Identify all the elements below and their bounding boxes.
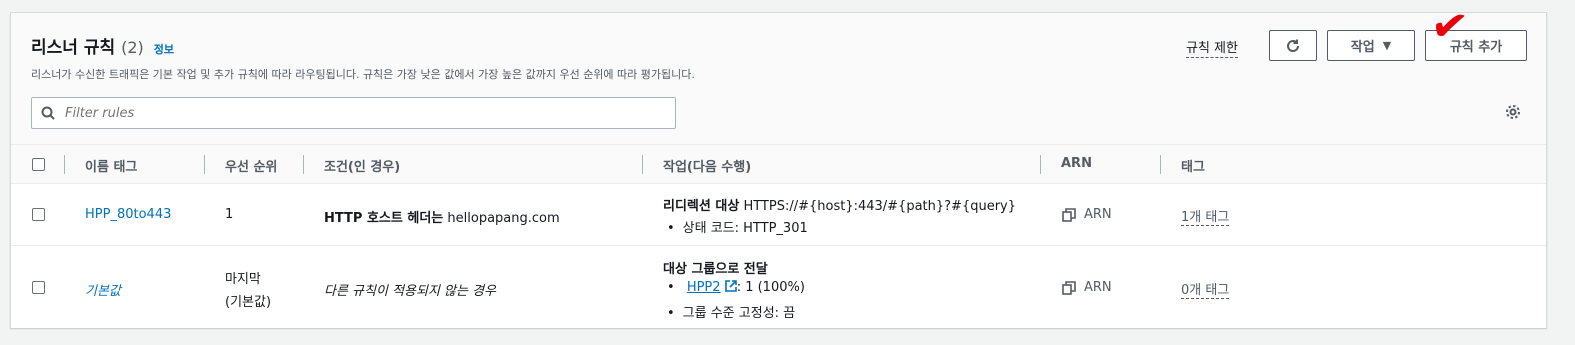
- column-divider: [1040, 155, 1041, 174]
- title-row: 리스너 규칙 (2) 정보: [31, 33, 174, 58]
- copy-icon: [1062, 280, 1076, 295]
- rule-count: (2): [121, 38, 144, 57]
- rule-condition: HTTP 호스트 헤더는 hellopapang.com: [324, 207, 560, 226]
- column-arn[interactable]: ARN: [1061, 156, 1092, 171]
- rule-priority-line2: (기본값): [225, 295, 272, 310]
- rule-name-link[interactable]: HPP_80to443: [85, 207, 171, 222]
- actions-label: 작업: [1350, 40, 1375, 55]
- red-checkmark-annotation: ✔: [1427, 0, 1472, 55]
- column-condition[interactable]: 조건(인 경우): [324, 156, 400, 175]
- action-status-code: 상태 코드: HTTP_301: [667, 217, 808, 236]
- refresh-button[interactable]: [1269, 30, 1317, 61]
- column-name[interactable]: 이름 태그: [85, 156, 137, 175]
- rule-priority: 1: [225, 207, 234, 222]
- rule-priority-line1: 마지막: [225, 272, 261, 287]
- table-row: HPP_80to443 1 HTTP 호스트 헤더는 hellopapang.c…: [11, 184, 1546, 246]
- action-summary: 리디렉션 대상 HTTPS://#{host}:443/#{path}?#{qu…: [663, 195, 1016, 214]
- action-value: HTTPS://#{host}:443/#{path}?#{query}: [743, 199, 1017, 214]
- select-all-checkbox[interactable]: [32, 158, 45, 171]
- external-link-icon[interactable]: [724, 280, 737, 292]
- refresh-icon: [1287, 39, 1300, 52]
- arn-label: ARN: [1084, 280, 1112, 295]
- arn-label: ARN: [1084, 207, 1112, 222]
- filter-input[interactable]: [63, 104, 647, 122]
- gear-icon[interactable]: [1505, 104, 1521, 120]
- column-divider: [303, 155, 304, 174]
- action-title: 대상 그룹으로 전달: [663, 262, 768, 277]
- column-action[interactable]: 작업(다음 수행): [663, 156, 751, 175]
- column-divider: [204, 155, 205, 174]
- arn-copy[interactable]: ARN: [1062, 280, 1112, 295]
- stickiness: 그룹 수준 고정성: 끔: [667, 302, 795, 321]
- row-checkbox[interactable]: [32, 208, 45, 221]
- column-divider: [1160, 155, 1161, 174]
- listener-rules-panel: 리스너 규칙 (2) 정보 리스너가 수신한 트래픽은 기본 작업 및 추가 규…: [10, 0, 1547, 328]
- tags-popover[interactable]: 1개 태그: [1181, 206, 1230, 226]
- page-title: 리스너 규칙: [31, 38, 116, 58]
- copy-icon: [1062, 207, 1076, 222]
- target-group-link[interactable]: HPP2: [687, 280, 721, 295]
- info-link[interactable]: 정보: [154, 41, 174, 57]
- action-title: 리디렉션 대상: [663, 199, 740, 214]
- actions-dropdown[interactable]: 작업 ▼: [1327, 30, 1415, 61]
- row-checkbox[interactable]: [32, 281, 45, 294]
- condition-value: hellopapang.com: [447, 211, 560, 226]
- column-priority[interactable]: 우선 순위: [225, 156, 277, 175]
- column-divider: [642, 155, 643, 174]
- table-row: 기본값 마지막 (기본값) 다른 규칙이 적용되지 않는 경우 대상 그룹으로 …: [11, 246, 1546, 328]
- column-divider: [64, 155, 65, 174]
- caret-down-icon: ▼: [1382, 39, 1392, 52]
- table-header: 이름 태그 우선 순위 조건(인 경우) 작업(다음 수행) ARN 태그: [11, 145, 1546, 184]
- condition-label: HTTP 호스트 헤더는: [324, 211, 444, 226]
- rule-name-link[interactable]: 기본값: [85, 280, 121, 299]
- description: 리스너가 수신한 트래픽은 기본 작업 및 추가 규칙에 따라 라우팅됩니다. …: [31, 68, 695, 81]
- rule-limit-link[interactable]: 규칙 제한: [1186, 37, 1238, 58]
- column-tags[interactable]: 태그: [1181, 156, 1205, 175]
- target-group-line: HPP2 : 1 (100%): [667, 280, 805, 295]
- filter-box[interactable]: [31, 97, 676, 129]
- search-icon: [41, 106, 55, 120]
- arn-copy[interactable]: ARN: [1062, 207, 1112, 222]
- target-weight: : 1 (100%): [736, 280, 805, 295]
- tags-popover[interactable]: 0개 태그: [1181, 279, 1230, 299]
- rule-condition: 다른 규칙이 적용되지 않는 경우: [324, 284, 497, 299]
